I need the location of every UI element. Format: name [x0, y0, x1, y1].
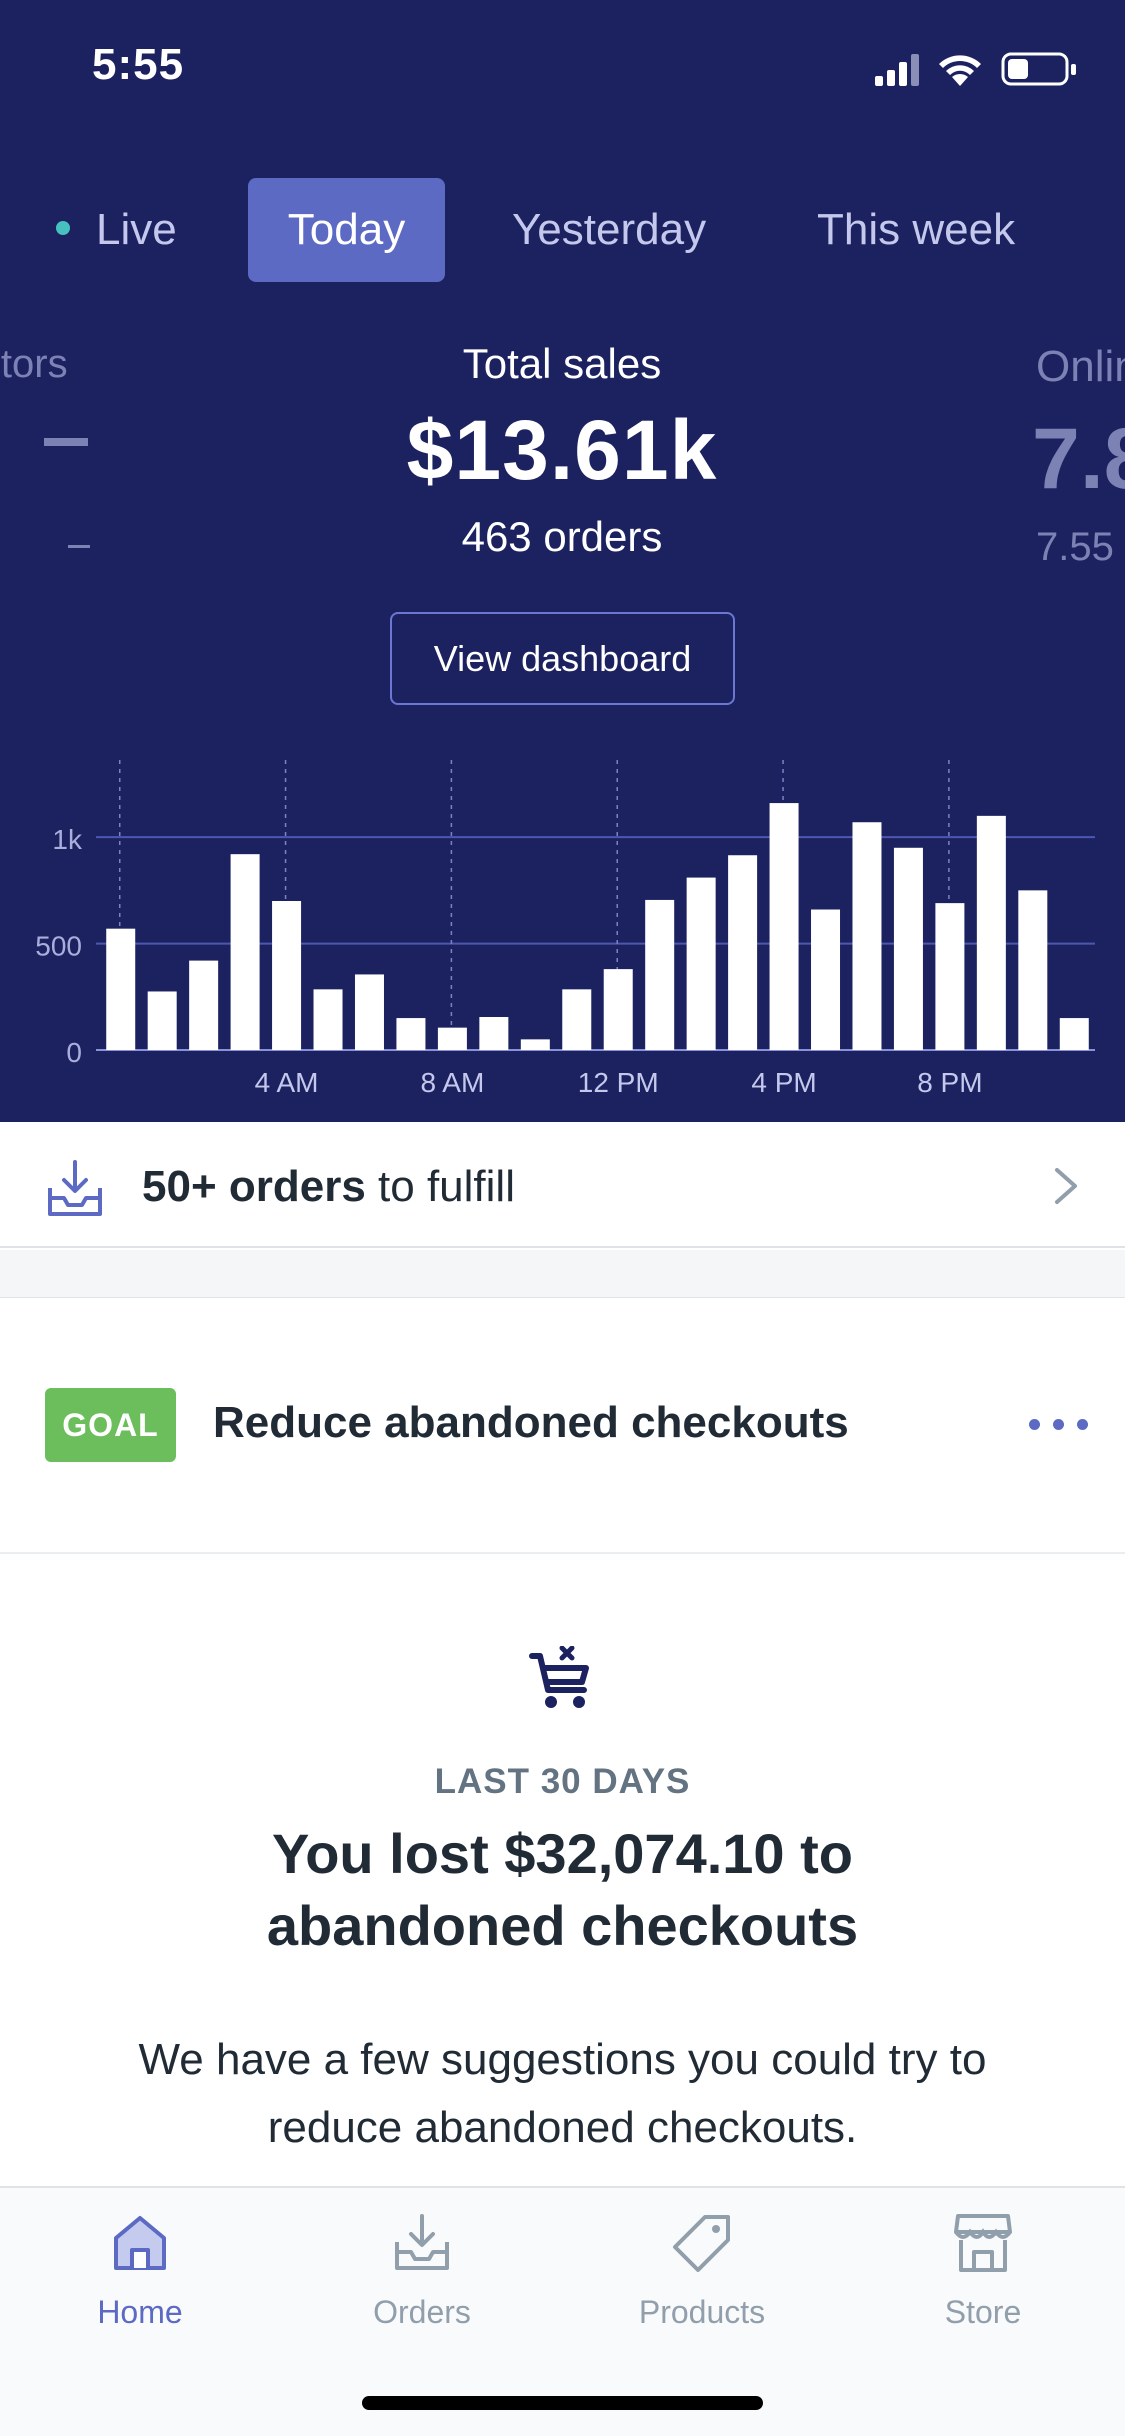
chart-bar-3-am[interactable]	[230, 854, 260, 1050]
wifi-icon	[939, 55, 981, 86]
tab-this-week-label: This week	[817, 205, 1016, 254]
view-dashboard-button[interactable]: View dashboard	[390, 612, 735, 705]
tab-store-label: Store	[944, 2294, 1022, 2330]
card-title: You lost $32,074.10 to abandoned checkou…	[266, 1822, 859, 1957]
tab-home-label: Home	[97, 2294, 183, 2330]
tab-store[interactable]: Store	[893, 2212, 1073, 2342]
chart-bar-7-pm[interactable]	[893, 847, 923, 1050]
orders-icon	[395, 2214, 449, 2270]
hourly-sales-chart: 0 500 1k 4 AM 8 AM 12 PM 4 PM 8 PM	[0, 740, 1125, 1110]
goal-title: Reduce abandoned checkouts	[213, 1398, 849, 1447]
chart-bar-6-am[interactable]	[354, 974, 384, 1050]
chart-bar-1-pm[interactable]	[645, 899, 675, 1050]
total-sales-value: $13.61k	[406, 403, 718, 497]
chart-bar-2-pm[interactable]	[686, 877, 716, 1050]
chart-bar-8-am[interactable]	[437, 1027, 467, 1050]
tab-orders[interactable]: Orders	[332, 2212, 512, 2342]
chart-x-tick-label: 8 PM	[917, 1067, 982, 1098]
chart-bar-1-am[interactable]	[147, 991, 177, 1050]
visitors-metric-dash	[44, 438, 88, 446]
section-divider	[0, 1250, 1125, 1298]
total-sales-label: Total sales	[462, 340, 662, 387]
chart-bar-12-am[interactable]	[106, 928, 136, 1050]
tab-yesterday[interactable]: Yesterday	[512, 178, 706, 282]
tab-products[interactable]: Products	[612, 2212, 792, 2342]
hourly-sales-chart-svg: 0 500 1k 4 AM 8 AM 12 PM 4 PM 8 PM	[35, 760, 1095, 1098]
chevron-right-icon	[1055, 1168, 1077, 1204]
tab-products-label: Products	[638, 2294, 766, 2330]
visitors-metric-sub-dash	[68, 545, 90, 548]
analytics-header: 5:55 Live Today Yesterday This week tors…	[0, 0, 1125, 1122]
chart-bar-6-pm[interactable]	[852, 822, 882, 1050]
chart-bar-4-am[interactable]	[272, 901, 302, 1050]
orders-to-fulfill-text: 50+ orders to fulfill	[142, 1162, 515, 1212]
card-kicker: LAST 30 DAYS	[434, 1762, 691, 1801]
more-dot-icon	[1077, 1419, 1088, 1430]
home-indicator	[362, 2396, 763, 2410]
live-dot-icon	[56, 221, 70, 236]
chart-x-tick-label: 12 PM	[578, 1067, 659, 1098]
home-icon	[114, 2216, 166, 2270]
chart-bar-5-pm[interactable]	[811, 909, 841, 1050]
total-orders-count: 463 orders	[461, 513, 663, 560]
tab-today-label: Today	[287, 205, 406, 254]
chart-bar-3-pm[interactable]	[728, 855, 758, 1050]
goal-header: GOAL Reduce abandoned checkouts	[0, 1298, 1125, 1554]
chart-bar-4-pm[interactable]	[769, 803, 799, 1050]
status-bar: 5:55	[0, 0, 1125, 140]
chart-y-tick-label: 1k	[52, 824, 83, 855]
orders-to-fulfill-count: 50+ orders	[142, 1162, 366, 1211]
chart-bar-10-pm[interactable]	[1018, 890, 1048, 1050]
chart-bar-9-am[interactable]	[479, 1017, 509, 1050]
orders-to-fulfill-suffix: to fulfill	[365, 1162, 515, 1211]
tab-live-label: Live	[96, 205, 177, 254]
online-metric-label[interactable]: Onlin	[1036, 342, 1125, 392]
more-dot-icon	[1053, 1419, 1064, 1430]
chart-bar-10-am[interactable]	[520, 1039, 550, 1050]
battery-icon	[1001, 52, 1076, 86]
cart-remove-icon	[529, 1646, 589, 1708]
tab-this-week[interactable]: This week	[817, 178, 1015, 282]
chart-x-tick-label: 4 AM	[255, 1067, 319, 1098]
chart-x-tick-label: 8 AM	[420, 1067, 484, 1098]
status-icons	[875, 52, 1076, 86]
chart-bar-11-am[interactable]	[562, 989, 592, 1050]
tab-live[interactable]: Live	[56, 178, 177, 282]
chart-y-tick-label: 500	[35, 931, 82, 962]
online-metric-value: 7.8	[1032, 411, 1125, 507]
tab-home[interactable]: Home	[50, 2212, 230, 2342]
tab-today[interactable]: Today	[248, 178, 445, 282]
tab-orders-label: Orders	[373, 2294, 471, 2330]
chart-bar-12-pm[interactable]	[603, 969, 633, 1050]
abandoned-checkouts-card: LAST 30 DAYS You lost $32,074.10 to aban…	[0, 1556, 1125, 2188]
period-tabs: Live Today Yesterday This week	[0, 178, 1125, 282]
chart-bar-7-am[interactable]	[396, 1018, 426, 1050]
goal-badge: GOAL	[45, 1388, 176, 1462]
inbox-download-icon	[48, 1160, 102, 1216]
chart-bar-11-pm[interactable]	[1059, 1018, 1089, 1050]
cellular-signal-icon	[875, 54, 919, 86]
total-sales-metric[interactable]: Total sales $13.61k 463 orders	[312, 340, 812, 561]
chart-bar-8-pm[interactable]	[935, 903, 965, 1050]
chart-bar-9-pm[interactable]	[976, 815, 1006, 1050]
status-time: 5:55	[92, 40, 185, 89]
more-dot-icon	[1029, 1419, 1040, 1430]
chart-bar-2-am[interactable]	[189, 960, 219, 1050]
store-icon	[954, 2214, 1012, 2272]
card-description: We have a few suggestions you could try …	[138, 2035, 987, 2152]
more-options-button[interactable]	[1029, 1402, 1089, 1446]
orders-to-fulfill-row[interactable]: 50+ orders to fulfill	[0, 1122, 1125, 1248]
chart-y-tick-label: 0	[66, 1037, 82, 1068]
chart-x-tick-label: 4 PM	[751, 1067, 816, 1098]
tab-yesterday-label: Yesterday	[512, 205, 707, 254]
visitors-metric-label[interactable]: itors	[0, 342, 68, 387]
online-metric-sub: 7.55	[1036, 525, 1114, 569]
chart-bar-5-am[interactable]	[313, 989, 343, 1050]
tag-icon	[673, 2215, 730, 2272]
